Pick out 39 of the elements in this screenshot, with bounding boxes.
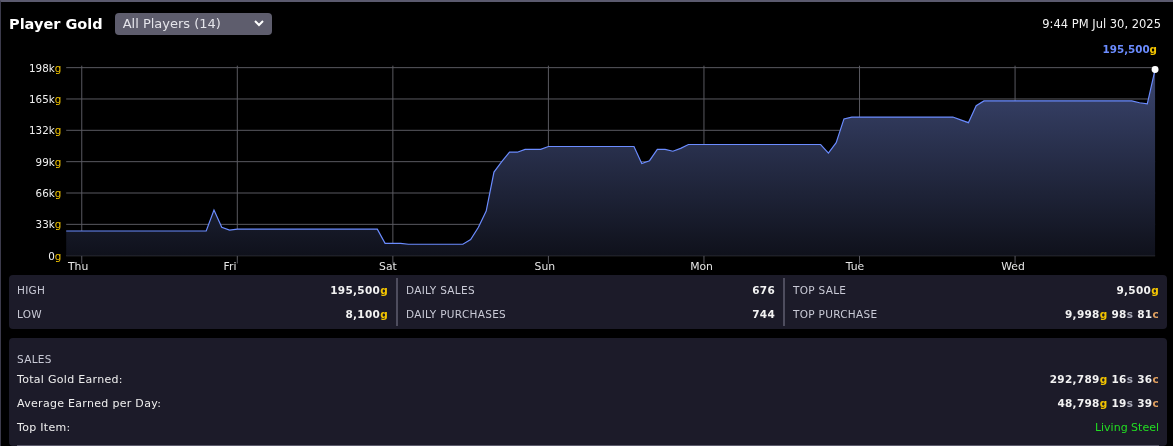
sales-label: Total Gold Earned: — [17, 372, 123, 386]
stat-value: 676 — [752, 284, 775, 296]
axis-label: 0g — [48, 249, 62, 262]
stat-label: DAILY PURCHASES — [406, 308, 507, 320]
stat-value: 195,500g — [330, 284, 388, 296]
axis-label: 66kg — [35, 186, 62, 199]
stat-label: DAILY SALES — [406, 284, 475, 296]
stat-label: LOW — [17, 308, 43, 320]
end-point-marker — [1151, 65, 1159, 73]
sales-label: Top Item: — [17, 420, 71, 434]
chart-title: Player Gold — [9, 15, 103, 32]
axis-label: 99kg — [35, 155, 62, 168]
axis-label: Sat — [379, 260, 397, 274]
stat-value: 9,998g 98s 81c — [1065, 308, 1159, 320]
stat-label: HIGH — [17, 284, 46, 296]
stat-value: 9,500g — [1116, 284, 1159, 296]
section-title: SALES — [17, 353, 52, 365]
axis-label: Sun — [534, 260, 556, 274]
axis-label: Thu — [67, 260, 89, 274]
stat-label: TOP SALE — [793, 284, 847, 296]
axis-label: 33kg — [35, 217, 62, 230]
stat-label: TOP PURCHASE — [793, 308, 878, 320]
chevron-down-icon — [253, 20, 264, 28]
axis-label: Mon — [690, 260, 713, 274]
player-filter-dropdown[interactable]: All Players (14) — [114, 12, 272, 35]
sales-value: 292,789g 16s 36c — [1049, 373, 1159, 385]
axis-label: 132kg — [29, 123, 62, 136]
sales-value: 48,798g 19s 39c — [1057, 397, 1159, 409]
axis-label: Tue — [845, 260, 865, 274]
axis-label: Fri — [223, 260, 237, 274]
top-item-value: Living Steel — [1094, 420, 1159, 434]
sales-label: Average Earned per Day: — [17, 396, 162, 410]
stat-value: 744 — [752, 308, 775, 320]
axis-label: Wed — [1001, 260, 1025, 274]
axis-label: 165kg — [29, 92, 62, 105]
timestamp: 9:44 PM Jul 30, 2025 — [1042, 16, 1161, 31]
stat-value: 8,100g — [345, 308, 388, 320]
axis-label: 198kg — [29, 61, 62, 74]
current-value: 195,500g — [1102, 44, 1158, 55]
